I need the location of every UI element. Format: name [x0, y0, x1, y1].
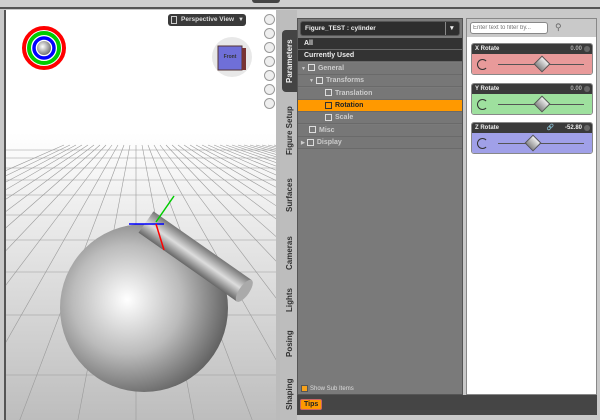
slider-value[interactable]: -52.80: [565, 123, 582, 133]
expand-arrow-icon[interactable]: ▼: [301, 66, 306, 72]
row-label: Currently Used: [304, 52, 355, 60]
slider-x-rotate[interactable]: X Rotate 0.00: [471, 43, 593, 75]
expand-arrow-icon[interactable]: ▼: [309, 78, 314, 84]
rotate-dial-icon[interactable]: [477, 138, 488, 149]
scene: [6, 10, 276, 420]
tree-row-rotation[interactable]: Rotation: [298, 100, 462, 112]
frame-icon[interactable]: [264, 84, 275, 95]
slider-y-rotate[interactable]: Y Rotate 0.00: [471, 82, 593, 115]
tab-cameras[interactable]: Cameras: [282, 228, 297, 278]
link-icon[interactable]: 🔗: [547, 123, 554, 133]
tree-row-translation[interactable]: Translation: [298, 87, 462, 100]
viewport-tools: [264, 14, 275, 109]
tips-button[interactable]: Tips: [300, 399, 323, 410]
row-label: Rotation: [335, 102, 364, 109]
group-icon: [307, 64, 315, 72]
group-icon: [306, 138, 314, 146]
tab-shaping[interactable]: Shaping: [282, 372, 297, 416]
group-icon: [325, 89, 332, 97]
slider-value[interactable]: 0.00: [570, 44, 582, 54]
show-sub-items[interactable]: Show Sub Items: [301, 385, 354, 392]
draw-style-icon[interactable]: [264, 14, 275, 25]
side-tabs: Parameters Figure Setup Surfaces Cameras…: [280, 10, 297, 420]
slider-knob[interactable]: [533, 55, 551, 73]
viewport-3d[interactable]: Front Perspective View ▼: [4, 10, 276, 420]
slider-label: Z Rotate: [475, 125, 499, 131]
checkbox-checked[interactable]: [301, 385, 308, 392]
top-bar: [0, 0, 600, 9]
row-label: Display: [316, 139, 342, 147]
slider-knob[interactable]: [533, 95, 551, 112]
slider-value[interactable]: 0.00: [570, 84, 582, 94]
tab-posing[interactable]: Posing: [282, 324, 297, 364]
property-tree: Figure_TEST : cylinder ▼ All Currently Use…: [297, 18, 463, 395]
pane-tab[interactable]: [252, 0, 280, 3]
group-icon: [309, 126, 316, 134]
tree-row-general[interactable]: ▼ General: [298, 62, 462, 75]
reset-icon[interactable]: [264, 98, 275, 109]
group-icon: [325, 101, 332, 109]
tree-row-transforms[interactable]: ▼ Transforms: [298, 75, 462, 88]
row-label: Translation: [335, 89, 373, 97]
bottom-bar: Tips: [297, 395, 597, 415]
parameters-panel: ⚲ X Rotate 0.00 Y Rotate 0.00 Z Rotate 🔗 -52.8…: [466, 18, 597, 395]
gear-icon[interactable]: [584, 46, 590, 52]
view-cube-label[interactable]: Front: [218, 54, 242, 60]
group-icon: [315, 76, 323, 84]
group-icon: [325, 114, 332, 122]
node-name: Figure_TEST : cylinder: [305, 25, 376, 32]
tree-row-all[interactable]: All: [298, 38, 462, 50]
expand-arrow-icon[interactable]: ▶: [301, 140, 305, 146]
search-icon[interactable]: ⚲: [555, 22, 562, 33]
tab-parameters[interactable]: Parameters: [282, 30, 297, 92]
row-label: Scale: [335, 114, 354, 122]
row-label: General: [317, 64, 345, 72]
slider-knob[interactable]: [524, 134, 542, 152]
tree-row-scale[interactable]: Scale: [298, 112, 462, 125]
slider-label: X Rotate: [475, 46, 500, 52]
view-label: Perspective View: [181, 16, 234, 23]
slider-label: Y Rotate: [475, 85, 500, 92]
show-sub-items-label: Show Sub Items: [310, 386, 354, 393]
tree-row-currently-used[interactable]: Currently Used: [298, 50, 462, 63]
filter-input[interactable]: [470, 22, 548, 34]
tree-row-display[interactable]: ▶ Display: [298, 137, 462, 150]
tab-lights[interactable]: Lights: [282, 282, 297, 318]
chevron-down-icon: ▼: [444, 22, 455, 35]
pan-icon[interactable]: [264, 56, 275, 67]
slider-z-rotate[interactable]: Z Rotate 🔗 -52.80: [471, 122, 593, 154]
tab-surfaces[interactable]: Surfaces: [282, 170, 297, 220]
orbit-icon[interactable]: [264, 42, 275, 53]
row-label: Misc: [319, 126, 335, 134]
rotate-dial-icon[interactable]: [477, 98, 488, 110]
node-selector[interactable]: Figure_TEST : cylinder ▼: [300, 21, 460, 36]
camera-icon: [171, 16, 177, 24]
tab-figure-setup[interactable]: Figure Setup: [282, 100, 297, 162]
row-label: Transforms: [325, 77, 365, 85]
zoom-icon[interactable]: [264, 70, 275, 81]
tree-row-misc[interactable]: Misc: [298, 124, 462, 137]
gear-icon[interactable]: [584, 125, 590, 131]
view-selector[interactable]: Perspective View ▼: [168, 14, 246, 26]
chevron-down-icon: ▼: [238, 17, 244, 23]
rotate-dial-icon[interactable]: [477, 59, 488, 70]
gear-icon[interactable]: [584, 85, 590, 92]
row-label: All: [304, 40, 313, 47]
menu-icon[interactable]: [264, 28, 275, 39]
